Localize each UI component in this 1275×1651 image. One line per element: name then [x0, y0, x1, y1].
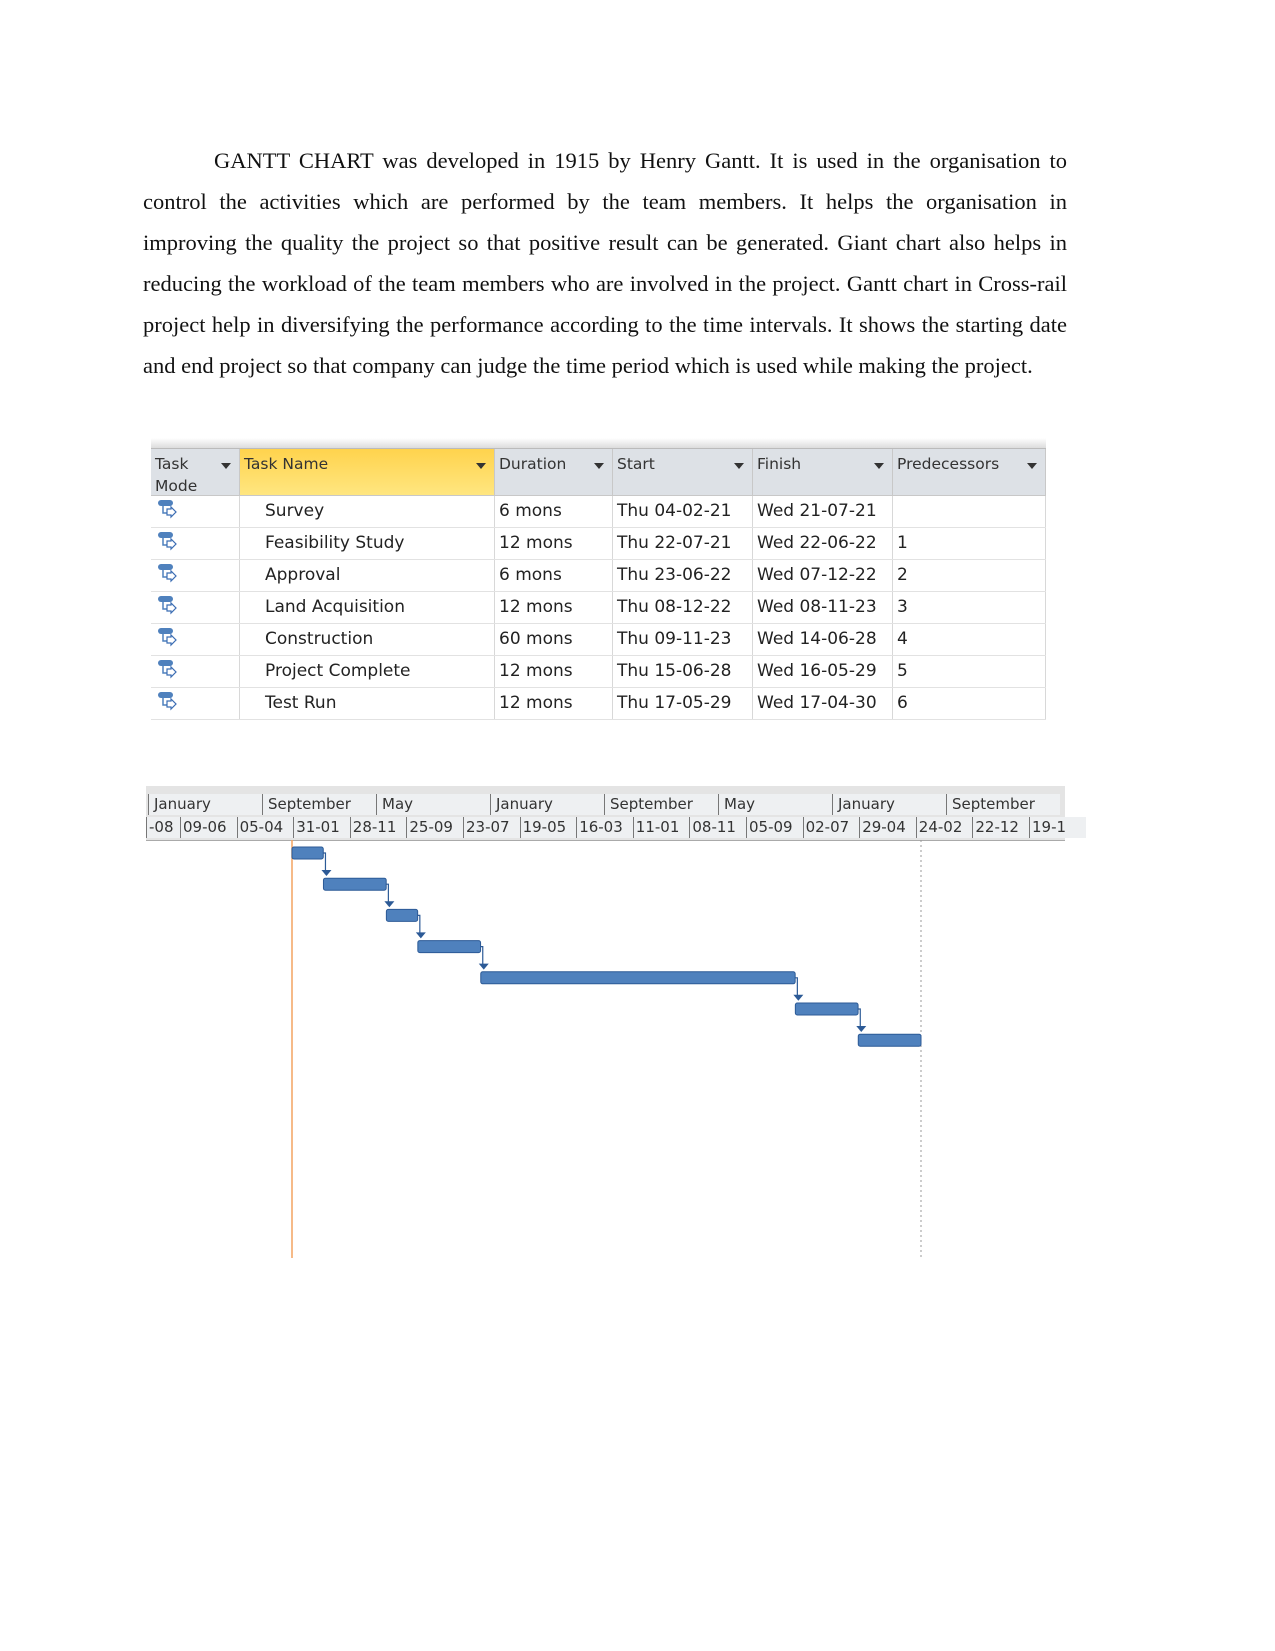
task-mode-cell: [151, 688, 240, 719]
predecessors-cell: 2: [893, 560, 1046, 591]
column-header[interactable]: Predecessors: [893, 449, 1046, 495]
predecessors-cell: [893, 496, 1046, 527]
dependency-arrow-icon: [478, 963, 489, 970]
table-body: Survey 6 mons Thu 04-02-21 Wed 21-07-21 Feas…: [151, 496, 1046, 720]
task-mode-cell: [151, 496, 240, 527]
predecessors-cell: 5: [893, 656, 1046, 687]
duration-cell: 12 mons: [495, 528, 613, 559]
task-mode-cell: [151, 656, 240, 687]
table-row[interactable]: Approval 6 mons Thu 23-06-22 Wed 07-12-22 2: [151, 560, 1046, 592]
column-header-label: Task Mode: [155, 455, 198, 495]
finish-cell: Wed 22-06-22: [753, 528, 893, 559]
finish-cell: Wed 16-05-29: [753, 656, 893, 687]
finish-cell: Wed 08-11-23: [753, 592, 893, 623]
task-mode-cell: [151, 560, 240, 591]
start-cell: Thu 04-02-21: [613, 496, 753, 527]
table-row[interactable]: Survey 6 mons Thu 04-02-21 Wed 21-07-21: [151, 496, 1046, 528]
column-header[interactable]: Start: [613, 449, 753, 495]
dropdown-arrow-icon[interactable]: [221, 463, 231, 469]
task-name-cell: Land Acquisition: [240, 592, 495, 623]
predecessors-cell: 1: [893, 528, 1046, 559]
column-header[interactable]: Task Name: [240, 449, 495, 495]
task-mode-cell: [151, 528, 240, 559]
dependency-arrow-icon: [793, 994, 804, 1001]
table-top-bar: [151, 438, 1046, 449]
dropdown-arrow-icon[interactable]: [476, 463, 486, 469]
column-header-label: Start: [617, 455, 655, 473]
column-header[interactable]: Task Mode: [151, 449, 240, 495]
task-bar[interactable]: [322, 877, 387, 891]
duration-cell: 6 mons: [495, 496, 613, 527]
start-cell: Thu 08-12-22: [613, 592, 753, 623]
column-header[interactable]: Duration: [495, 449, 613, 495]
column-header-label: Finish: [757, 455, 802, 473]
auto-scheduled-task-icon: [158, 660, 177, 679]
table-row[interactable]: Test Run 12 mons Thu 17-05-29 Wed 17-04-30 6: [151, 688, 1046, 720]
duration-cell: 12 mons: [495, 688, 613, 719]
task-name-cell: Test Run: [240, 688, 495, 719]
task-name-cell: Construction: [240, 624, 495, 655]
task-bar[interactable]: [480, 971, 796, 985]
task-name-cell: Project Complete: [240, 656, 495, 687]
dependency-arrow-icon: [321, 870, 332, 876]
dependency-arrow-icon: [856, 1026, 867, 1032]
document-page: GANTT CHART was developed in 1915 by Hen…: [0, 0, 1275, 1651]
auto-scheduled-task-icon: [158, 500, 177, 519]
body-paragraph: GANTT CHART was developed in 1915 by Hen…: [143, 148, 1067, 378]
start-cell: Thu 17-05-29: [613, 688, 753, 719]
table-row[interactable]: Feasibility Study 12 mons Thu 22-07-21 Wed …: [151, 528, 1046, 560]
task-mode-cell: [151, 624, 240, 655]
table-row[interactable]: Construction 60 mons Thu 09-11-23 Wed 14-06…: [151, 624, 1046, 656]
duration-cell: 12 mons: [495, 656, 613, 687]
gantt-chart: January September May January September May Ja…: [146, 786, 1086, 1266]
predecessors-cell: 4: [893, 624, 1046, 655]
start-cell: Thu 22-07-21: [613, 528, 753, 559]
predecessors-cell: 3: [893, 592, 1046, 623]
table-row[interactable]: Project Complete 12 mons Thu 15-06-28 Wed 1…: [151, 656, 1046, 688]
finish-cell: Wed 21-07-21: [753, 496, 893, 527]
gantt-bars: [291, 840, 922, 1258]
auto-scheduled-task-icon: [158, 564, 177, 583]
auto-scheduled-task-icon: [158, 628, 177, 647]
task-name-cell: Feasibility Study: [240, 528, 495, 559]
start-cell: Thu 15-06-28: [613, 656, 753, 687]
task-bar[interactable]: [385, 908, 419, 922]
column-header-label: Predecessors: [897, 455, 1000, 473]
finish-cell: Wed 17-04-30: [753, 688, 893, 719]
dropdown-arrow-icon[interactable]: [734, 463, 744, 469]
task-name-cell: Survey: [240, 496, 495, 527]
auto-scheduled-task-icon: [158, 596, 177, 615]
start-cell: Thu 23-06-22: [613, 560, 753, 591]
task-bar[interactable]: [794, 1002, 859, 1016]
dropdown-arrow-icon[interactable]: [594, 463, 604, 469]
finish-cell: Wed 07-12-22: [753, 560, 893, 591]
table-header: Task Mode Task Name Duration Start Finish Pre…: [151, 449, 1046, 496]
dependency-arrow-icon: [384, 901, 395, 908]
dependency-arrow-icon: [415, 932, 426, 939]
task-bar[interactable]: [417, 940, 482, 954]
task-table: Task Mode Task Name Duration Start Finish Pre…: [151, 438, 1046, 720]
task-bar[interactable]: [291, 846, 324, 860]
dropdown-arrow-icon[interactable]: [1027, 463, 1037, 469]
finish-cell: Wed 14-06-28: [753, 624, 893, 655]
duration-cell: 12 mons: [495, 592, 613, 623]
task-name-cell: Approval: [240, 560, 495, 591]
duration-cell: 6 mons: [495, 560, 613, 591]
column-header[interactable]: Finish: [753, 449, 893, 495]
duration-cell: 60 mons: [495, 624, 613, 655]
auto-scheduled-task-icon: [158, 532, 177, 551]
predecessors-cell: 6: [893, 688, 1046, 719]
task-bar[interactable]: [857, 1033, 922, 1047]
dropdown-arrow-icon[interactable]: [874, 463, 884, 469]
column-header-label: Task Name: [244, 455, 329, 473]
auto-scheduled-task-icon: [158, 692, 177, 711]
column-header-label: Duration: [499, 455, 567, 473]
task-mode-cell: [151, 592, 240, 623]
table-row[interactable]: Land Acquisition 12 mons Thu 08-12-22 Wed 0…: [151, 592, 1046, 624]
start-cell: Thu 09-11-23: [613, 624, 753, 655]
